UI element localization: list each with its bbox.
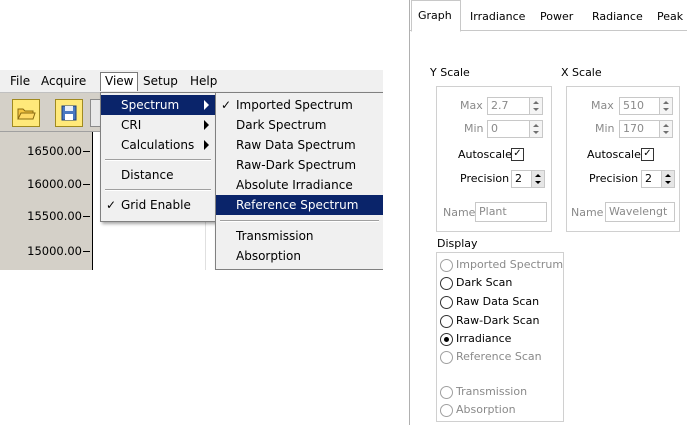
- submenu-item-absolute-irradiance[interactable]: Absolute Irradiance: [216, 175, 383, 195]
- radio-button[interactable]: [440, 315, 453, 328]
- tab-graph[interactable]: Graph: [411, 0, 461, 32]
- y-precision-label: Precision: [460, 172, 510, 185]
- y-tick: 15500.00: [0, 209, 92, 223]
- y-tick: 15000.00: [0, 244, 92, 258]
- menu-file[interactable]: File: [6, 73, 34, 89]
- tab-strip: Graph Irradiance Power Radiance Peak: [410, 0, 687, 32]
- submenu-item-raw-dark-spectrum[interactable]: Raw-Dark Spectrum: [216, 155, 383, 175]
- view-menu-item-grid-enable[interactable]: ✓ Grid Enable: [101, 195, 215, 215]
- radio-button[interactable]: [440, 259, 453, 272]
- view-menu: Spectrum CRI Calculations Distance ✓ Gri…: [100, 92, 216, 222]
- radio-button[interactable]: [440, 351, 453, 364]
- open-button[interactable]: [12, 99, 40, 127]
- x-max-spinner[interactable]: 510: [619, 97, 673, 115]
- y-autoscale-label: Autoscale: [458, 148, 512, 161]
- menu-setup[interactable]: Setup: [139, 73, 182, 89]
- y-name-field[interactable]: Plant: [475, 202, 547, 222]
- x-scale-title: X Scale: [561, 66, 602, 79]
- radio-button[interactable]: [440, 277, 453, 290]
- menu-separator: [105, 189, 211, 191]
- x-autoscale-checkbox[interactable]: ✓: [641, 148, 654, 161]
- radio-button[interactable]: [440, 404, 453, 417]
- y-tick: 16000.00: [0, 177, 92, 191]
- x-min-label: Min: [595, 122, 615, 135]
- y-max-spinner[interactable]: 2.7: [487, 97, 543, 115]
- submenu-item-absorption[interactable]: Absorption: [216, 246, 383, 266]
- submenu-item-transmission[interactable]: Transmission: [216, 226, 383, 246]
- x-name-label: Name: [571, 206, 604, 219]
- menu-separator: [105, 159, 211, 161]
- x-scale-group: Max 510 Min 170 Autoscale ✓ Precision 2 …: [566, 86, 680, 232]
- app-window: File Acquire View Setup Help 16500.00 16…: [0, 70, 383, 270]
- menu-bar: File Acquire View Setup Help: [0, 70, 383, 93]
- y-tick: 16500.00: [0, 144, 92, 158]
- tab-radiance[interactable]: Radiance: [592, 8, 643, 30]
- y-name-label: Name: [443, 206, 476, 219]
- menu-view[interactable]: View: [100, 72, 139, 91]
- x-min-spinner[interactable]: 170: [619, 120, 673, 138]
- y-min-label: Min: [464, 122, 484, 135]
- open-folder-icon: [17, 108, 36, 120]
- x-max-label: Max: [591, 99, 614, 112]
- save-icon: [61, 105, 77, 121]
- y-max-label: Max: [460, 99, 483, 112]
- x-name-field[interactable]: Wavelengt: [605, 202, 675, 222]
- submenu-item-raw-data-spectrum[interactable]: Raw Data Spectrum: [216, 135, 383, 155]
- view-menu-item-cri[interactable]: CRI: [101, 115, 215, 135]
- x-autoscale-label: Autoscale: [587, 148, 641, 161]
- check-icon: ✓: [220, 98, 232, 112]
- menu-acquire[interactable]: Acquire: [37, 73, 90, 89]
- radio-button[interactable]: [440, 296, 453, 309]
- x-precision-label: Precision: [589, 172, 639, 185]
- radio-button[interactable]: [440, 333, 453, 346]
- submenu-item-dark-spectrum[interactable]: Dark Spectrum: [216, 115, 383, 135]
- y-min-spinner[interactable]: 0: [487, 120, 543, 138]
- x-precision-spinner[interactable]: 2: [641, 170, 675, 188]
- submenu-item-reference-spectrum[interactable]: Reference Spectrum: [216, 195, 383, 215]
- check-icon: ✓: [105, 198, 117, 212]
- y-axis: 16500.00 16000.00 15500.00 15000.00: [0, 132, 92, 270]
- tab-peak[interactable]: Peak: [657, 8, 683, 30]
- tab-irradiance[interactable]: Irradiance: [470, 8, 525, 30]
- radio-button[interactable]: [440, 386, 453, 399]
- view-menu-item-distance[interactable]: Distance: [101, 165, 215, 185]
- view-menu-item-spectrum[interactable]: Spectrum: [101, 95, 215, 115]
- spectrum-submenu: ✓ Imported Spectrum Dark Spectrum Raw Da…: [215, 92, 383, 270]
- y-scale-title: Y Scale: [430, 66, 470, 79]
- menu-help[interactable]: Help: [186, 73, 221, 89]
- y-scale-group: Max 2.7 Min 0 Autoscale ✓ Precision 2 Na…: [436, 86, 552, 232]
- submenu-item-imported-spectrum[interactable]: ✓ Imported Spectrum: [216, 95, 383, 115]
- save-button[interactable]: [55, 99, 83, 127]
- tab-power[interactable]: Power: [540, 8, 573, 30]
- settings-panel: Graph Irradiance Power Radiance Peak Y S…: [409, 0, 687, 425]
- display-title: Display: [437, 237, 478, 250]
- view-menu-item-calculations[interactable]: Calculations: [101, 135, 215, 155]
- y-autoscale-checkbox[interactable]: ✓: [511, 148, 524, 161]
- menu-separator: [220, 220, 379, 222]
- y-precision-spinner[interactable]: 2: [511, 170, 545, 188]
